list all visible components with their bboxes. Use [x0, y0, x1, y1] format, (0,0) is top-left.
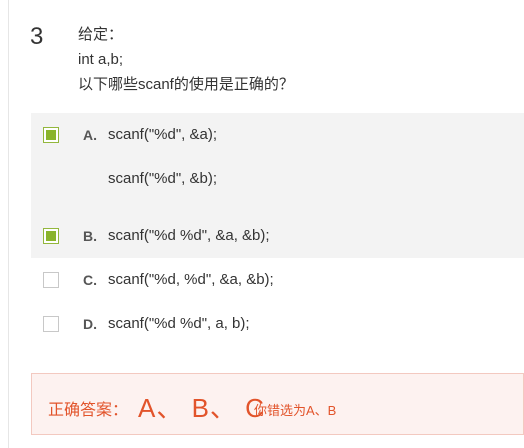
- option-c[interactable]: C. scanf("%d, %d", &a, &b);: [31, 258, 524, 302]
- stem-line: int a,b;: [78, 51, 124, 68]
- question-card: 3 给定： int a,b; 以下哪些scanf的使用是正确的？ A. scan…: [0, 0, 524, 448]
- option-a[interactable]: A. scanf("%d", &a); scanf("%d", &b);: [31, 113, 524, 214]
- option-text: scanf("%d", &b);: [108, 170, 218, 187]
- question-number: 3: [30, 23, 44, 50]
- checkbox-c[interactable]: [43, 272, 59, 288]
- stem-line: 以下哪些scanf的使用是正确的？: [78, 76, 294, 93]
- question-stem: 给定： int a,b; 以下哪些scanf的使用是正确的？: [78, 22, 294, 97]
- option-text: scanf("%d", &a);: [108, 126, 218, 143]
- checkbox-b[interactable]: [43, 228, 59, 244]
- option-b[interactable]: B. scanf("%d %d", &a, &b);: [31, 214, 524, 258]
- options-list: A. scanf("%d", &a); scanf("%d", &b); B. …: [31, 113, 524, 346]
- stem-line: 给定：: [78, 26, 124, 43]
- card-border: [8, 0, 9, 448]
- checkbox-a[interactable]: [43, 127, 59, 143]
- option-letter: A.: [83, 127, 97, 143]
- correct-answer: A、 B、 C: [138, 393, 265, 423]
- option-text: scanf("%d, %d", &a, &b);: [108, 271, 274, 288]
- wrong-choice-note: 你错选为A、B: [254, 403, 337, 418]
- option-text: scanf("%d %d", &a, &b);: [108, 227, 270, 244]
- answer-label: 正确答案：: [48, 402, 129, 419]
- option-letter: C.: [83, 272, 97, 288]
- option-text: scanf("%d %d", a, b);: [108, 315, 250, 332]
- option-letter: B.: [83, 228, 97, 244]
- answer-feedback: 正确答案： A、 B、 C 你错选为A、B: [31, 373, 524, 435]
- checkbox-d[interactable]: [43, 316, 59, 332]
- option-letter: D.: [83, 316, 97, 332]
- option-d[interactable]: D. scanf("%d %d", a, b);: [31, 302, 524, 346]
